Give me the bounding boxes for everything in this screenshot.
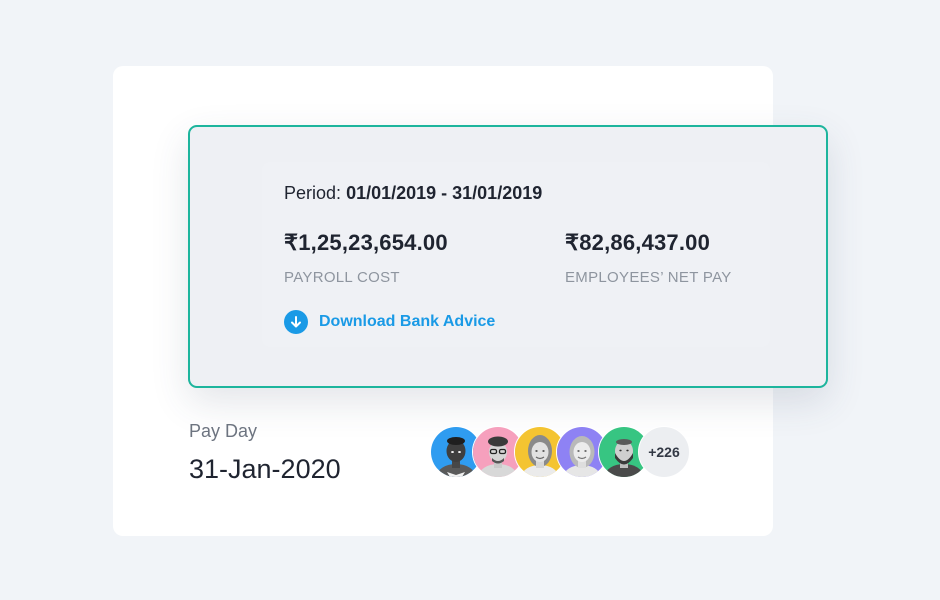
more-employees-count[interactable]: +226 <box>638 426 690 478</box>
download-bank-advice-label: Download Bank Advice <box>319 313 496 330</box>
pay-period: Period: 01/01/2019 - 31/01/2019 <box>284 183 542 204</box>
payroll-cost-label: PAYROLL COST <box>284 269 400 286</box>
net-pay-label: EMPLOYEES’ NET PAY <box>565 269 732 286</box>
period-label: Period: <box>284 183 342 203</box>
employee-avatar-group: +226 <box>430 426 692 478</box>
payroll-cost-amount: ₹1,25,23,654.00 <box>284 230 448 255</box>
pay-day-label: Pay Day <box>189 421 258 441</box>
download-arrow-icon <box>284 310 308 334</box>
pay-day-date: 31-Jan-2020 <box>189 454 341 484</box>
net-pay-amount: ₹82,86,437.00 <box>565 230 711 255</box>
download-bank-advice-link[interactable]: Download Bank Advice <box>284 310 495 334</box>
page-background: Period: 01/01/2019 - 31/01/2019 ₹1,25,23… <box>0 0 940 600</box>
payroll-summary-card: Period: 01/01/2019 - 31/01/2019 ₹1,25,23… <box>188 125 828 388</box>
period-value: 01/01/2019 - 31/01/2019 <box>346 183 543 203</box>
